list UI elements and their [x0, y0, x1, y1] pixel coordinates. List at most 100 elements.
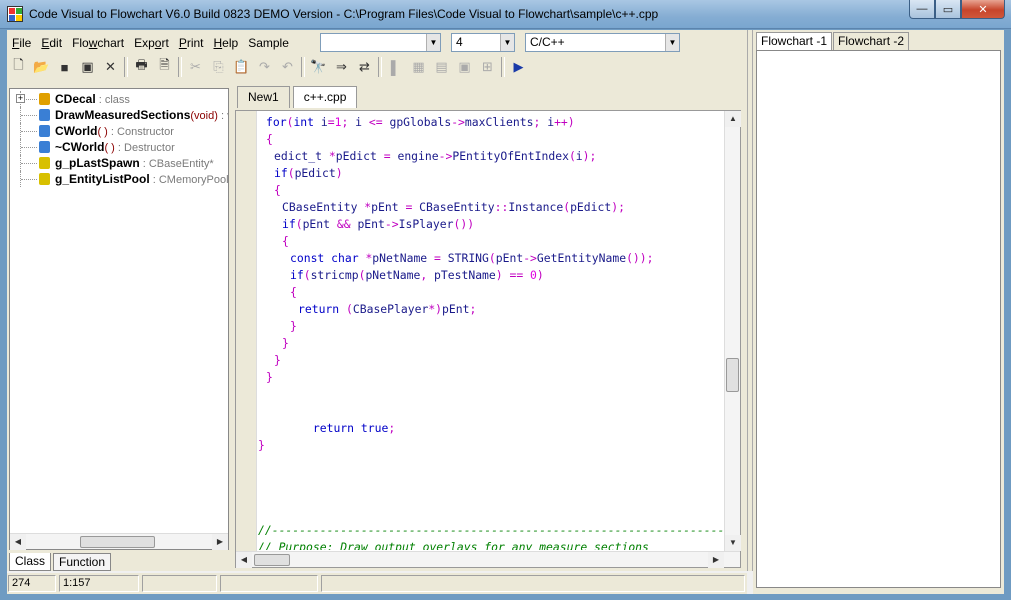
view-icon[interactable]: ▣: [453, 56, 476, 78]
menu-file[interactable]: File: [7, 32, 36, 54]
code-token: ());: [626, 251, 654, 265]
search-combo[interactable]: ▼: [320, 33, 441, 52]
tree-item-type: : CMemoryPool: [149, 174, 228, 186]
code-token: pNetName: [365, 268, 421, 282]
code-editor[interactable]: for(int i=1; i <= gpGlobals->maxClients;…: [235, 110, 741, 568]
scroll-down-icon[interactable]: ▼: [725, 535, 741, 551]
code-token: GetEntityName: [536, 251, 627, 265]
code-token: *): [428, 302, 443, 316]
tab-size-combo[interactable]: 4 ▼: [451, 33, 515, 52]
option-icon[interactable]: ▤: [430, 56, 453, 78]
code-text[interactable]: for(int i=1; i <= gpGlobals->maxClients;…: [258, 114, 724, 550]
cut-icon[interactable]: ✂: [184, 56, 207, 78]
toolbar-separator: [378, 57, 382, 77]
code-line: {: [274, 182, 281, 199]
chevron-down-icon[interactable]: ▼: [426, 34, 440, 51]
tree-item[interactable]: DrawMeasuredSections(void) : v: [10, 107, 228, 123]
grid-icon[interactable]: ⊞: [476, 56, 499, 78]
find-next-icon[interactable]: ⇒: [330, 56, 353, 78]
flowchart-canvas[interactable]: [756, 50, 1001, 588]
replace-icon[interactable]: ⇄: [353, 56, 376, 78]
flowchart-tab[interactable]: Flowchart -1: [756, 32, 833, 50]
toolbar-separator: [124, 57, 128, 77]
code-line: {: [282, 233, 289, 250]
code-token: pEnt: [495, 251, 524, 265]
clear-icon[interactable]: ▦: [407, 56, 430, 78]
code-token: return: [298, 302, 347, 316]
code-line: const char *pNetName = STRING(pEnt->GetE…: [290, 250, 654, 267]
find-icon[interactable]: 🔭: [307, 56, 330, 78]
tree-item-name: CDecal: [55, 92, 96, 106]
copy-icon[interactable]: ⎘: [207, 56, 230, 78]
expand-icon[interactable]: +: [16, 94, 25, 103]
flowchart-tab[interactable]: Flowchart -2: [833, 32, 910, 50]
tab-class[interactable]: Class: [9, 553, 52, 571]
app-client-area: File Edit Flowchart Export Print Help Sample ▼…: [7, 30, 1004, 594]
scrollbar-thumb[interactable]: [254, 554, 290, 566]
redo-icon[interactable]: ↷: [253, 56, 276, 78]
run-icon[interactable]: ▶: [507, 56, 530, 78]
code-token: ->: [384, 217, 399, 231]
scroll-left-icon[interactable]: ◀: [10, 534, 26, 550]
save-all-icon[interactable]: ▣: [76, 56, 99, 78]
close-file-icon[interactable]: ✕: [99, 56, 122, 78]
code-line: return (CBasePlayer*)pEnt;: [298, 301, 476, 318]
editor-vertical-scrollbar[interactable]: ▲ ▼: [724, 111, 741, 551]
tree-item[interactable]: CWorld( ) : Constructor: [10, 123, 228, 139]
code-token: }: [258, 438, 265, 452]
code-line: if(pEnt && pEnt->IsPlayer()): [282, 216, 474, 233]
scroll-left-icon[interactable]: ◀: [236, 552, 252, 568]
editor-tabs: New1 c++.cpp: [237, 86, 360, 108]
menu-flowchart[interactable]: Flowchart: [67, 32, 129, 54]
minimize-button[interactable]: —: [909, 0, 935, 19]
code-token: const char: [290, 251, 366, 265]
scroll-right-icon[interactable]: ▶: [212, 534, 228, 550]
scroll-up-icon[interactable]: ▲: [725, 111, 741, 127]
code-token: pEdict: [294, 166, 336, 180]
status-line-number: 274: [8, 575, 56, 592]
menu-edit[interactable]: Edit: [36, 32, 67, 54]
bookmark-icon[interactable]: ▌: [384, 56, 407, 78]
code-token: (: [295, 217, 303, 231]
save-icon[interactable]: ■: [53, 56, 76, 78]
close-button[interactable]: ✕: [961, 0, 1005, 19]
tree-horizontal-scrollbar[interactable]: ◀ ▶: [10, 533, 228, 550]
editor-tab[interactable]: New1: [237, 86, 290, 108]
chevron-down-icon[interactable]: ▼: [500, 34, 514, 51]
code-line: CBaseEntity *pEnt = CBaseEntity::Instanc…: [282, 199, 625, 216]
code-line: }: [258, 437, 265, 454]
code-line: edict_t *pEdict = engine->PEntityOfEntIn…: [274, 148, 596, 165]
toolbar: 🗋 📂 ■ ▣ ✕ 🖶 🗎 ✂ ⎘ 📋 ↷ ↶ 🔭 ⇒ ⇄ ▌ ▦ ▤ ▣ ⊞ ▶: [7, 55, 530, 79]
tree-item-name: ~CWorld: [55, 140, 105, 154]
tree-item[interactable]: g_pLastSpawn : CBaseEntity*: [10, 155, 228, 171]
tree-line: [21, 115, 37, 116]
editor-horizontal-scrollbar[interactable]: ◀ ▶: [236, 551, 740, 568]
status-panel: [321, 575, 745, 592]
tree-item[interactable]: g_EntityListPool : CMemoryPool: [10, 171, 228, 187]
print-icon[interactable]: 🖶: [130, 56, 153, 78]
tree-item[interactable]: + CDecal : class: [10, 91, 228, 107]
menu-help[interactable]: Help: [209, 32, 244, 54]
menu-sample[interactable]: Sample: [243, 32, 294, 54]
scroll-right-icon[interactable]: ▶: [708, 552, 724, 568]
code-line: //--------------------------------------…: [258, 522, 724, 539]
tree-line: [21, 147, 37, 148]
code-token: STRING: [440, 251, 489, 265]
print-preview-icon[interactable]: 🗎: [153, 56, 176, 78]
undo-icon[interactable]: ↶: [276, 56, 299, 78]
menu-print[interactable]: Print: [174, 32, 209, 54]
chevron-down-icon[interactable]: ▼: [665, 34, 679, 51]
open-folder-icon[interactable]: 📂: [30, 56, 53, 78]
maximize-button[interactable]: ▭: [935, 0, 961, 19]
menu-export[interactable]: Export: [129, 32, 174, 54]
code-token: CBasePlayer: [352, 302, 429, 316]
scrollbar-thumb[interactable]: [80, 536, 155, 548]
tree-item[interactable]: ~CWorld( ) : Destructor: [10, 139, 228, 155]
tab-function[interactable]: Function: [53, 553, 112, 571]
language-combo[interactable]: C/C++ ▼: [525, 33, 680, 52]
scrollbar-thumb[interactable]: [726, 358, 739, 392]
new-file-icon[interactable]: 🗋: [7, 56, 30, 78]
editor-tab[interactable]: c++.cpp: [292, 86, 358, 108]
paste-icon[interactable]: 📋: [230, 56, 253, 78]
tree-item-name: g_EntityListPool: [55, 172, 150, 186]
